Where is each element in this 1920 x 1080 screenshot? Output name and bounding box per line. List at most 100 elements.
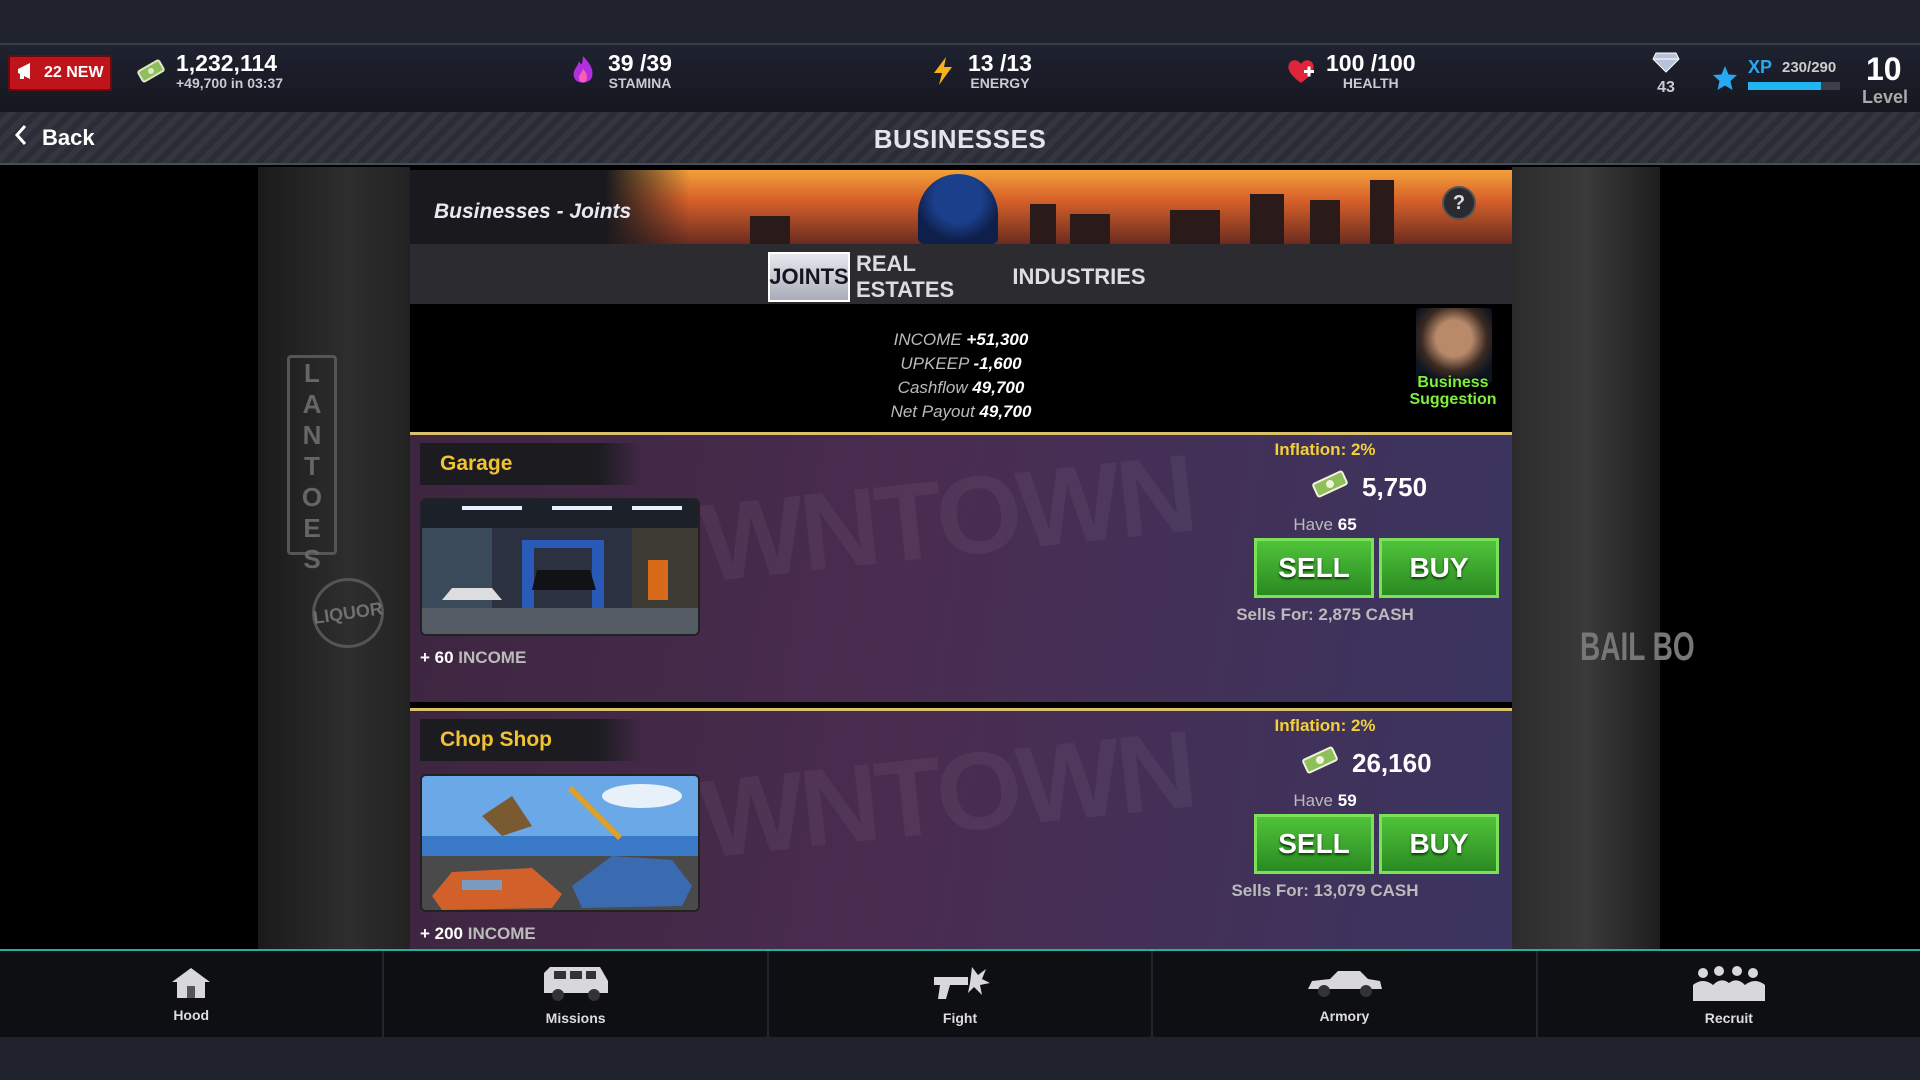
van-icon <box>540 963 612 1008</box>
nav-missions[interactable]: Missions <box>384 951 769 1037</box>
energy-label: ENERGY <box>970 75 1030 91</box>
income-amount: + 60 <box>420 648 454 667</box>
owned-count: Have 59 <box>1260 791 1390 811</box>
sell-button[interactable]: SELL <box>1254 814 1374 874</box>
health-label: HEALTH <box>1342 75 1399 91</box>
level-label: Level <box>1862 87 1909 107</box>
business-name: Chop Shop <box>420 719 642 761</box>
income-label: INCOME <box>893 330 962 349</box>
star-icon <box>1712 65 1738 96</box>
lightning-icon <box>928 56 958 86</box>
house-icon <box>170 966 212 1005</box>
nav-label: Missions <box>545 1009 606 1026</box>
price: 5,750 <box>1310 470 1427 505</box>
nav-fight[interactable]: Fight <box>769 951 1154 1037</box>
payout-line: Net Payout 49,700 <box>410 400 1512 424</box>
buy-button[interactable]: BUY <box>1379 814 1499 874</box>
sell-button[interactable]: SELL <box>1254 538 1374 598</box>
payout-value: 49,700 <box>979 402 1032 421</box>
cash-timer: +49,700 in 03:37 <box>176 75 284 91</box>
frame-bottom <box>0 1037 1920 1080</box>
nav-armory[interactable]: Armory <box>1153 951 1538 1037</box>
sign-letter: E <box>303 513 321 543</box>
sign-letter: O <box>301 482 323 512</box>
back-label: Back <box>42 125 95 150</box>
hooded-figure-illustration <box>918 174 998 244</box>
price-value: 26,160 <box>1352 748 1432 778</box>
xp-label: XP <box>1748 57 1773 77</box>
payout-label: Net Payout <box>890 402 975 421</box>
new-notifications-badge[interactable]: 22 NEW <box>8 55 112 91</box>
nav-label: Armory <box>1319 1007 1370 1024</box>
businesses-panel: Businesses - Joints ? JOINTS REAL ESTATE… <box>410 170 1512 949</box>
nav-recruit[interactable]: Recruit <box>1538 951 1920 1037</box>
owned-label: Have <box>1293 791 1334 810</box>
cash-icon <box>1310 470 1350 505</box>
garage-image <box>420 498 700 636</box>
income-per-unit: + 60 INCOME <box>420 648 526 668</box>
cashflow-label: Cashflow <box>897 378 968 397</box>
chevron-left-icon <box>14 124 28 152</box>
xp-value: 230/290 <box>1782 59 1837 76</box>
help-button[interactable]: ? <box>1442 186 1476 220</box>
nav-label: Hood <box>173 1006 210 1023</box>
stats-bar: 22 NEW 1,232,114 +49,700 in 03:37 39 /39… <box>0 43 1920 112</box>
level-value: 10 <box>1866 51 1902 87</box>
advisor-portrait <box>1416 308 1492 384</box>
chop-shop-image <box>420 774 700 912</box>
new-badge-label: 22 NEW <box>44 64 104 81</box>
tab-real-estates[interactable]: REAL ESTATES <box>856 251 1012 302</box>
page-title: BUSINESSES <box>873 124 1047 154</box>
tab-industries[interactable]: INDUSTRIES <box>1012 252 1145 302</box>
income-per-unit: + 200 INCOME <box>420 924 536 944</box>
energy-stat[interactable]: 13 /13 ENERGY <box>928 51 1032 91</box>
owned-value: 65 <box>1337 515 1357 534</box>
advisor-line1: Business <box>1417 374 1489 391</box>
back-button[interactable]: Back <box>14 124 95 152</box>
stamina-value: 39 /39 <box>608 50 672 76</box>
income-summary: INCOME +51,300 UPKEEP -1,600 Cashflow 49… <box>410 304 1512 422</box>
tab-joints[interactable]: JOINTS <box>768 252 850 302</box>
price: 26,160 <box>1300 746 1432 781</box>
sign-letter: S <box>303 544 321 574</box>
car-icon <box>1304 965 1384 1006</box>
owned-label: Have <box>1293 515 1334 534</box>
cashflow-value: 49,700 <box>972 378 1025 397</box>
income-unit: INCOME <box>467 924 536 943</box>
alley-background-left <box>258 167 410 949</box>
sell-value: Sells For: 13,079 CASH <box>1231 881 1419 900</box>
stamina-stat[interactable]: 39 /39 STAMINA <box>568 51 672 91</box>
nav-hood[interactable]: Hood <box>0 951 385 1037</box>
sign-letter: T <box>304 451 320 481</box>
flame-icon <box>568 56 598 86</box>
nav-label: Recruit <box>1704 1009 1753 1026</box>
health-stat[interactable]: 100 /100 HEALTH <box>1286 51 1416 91</box>
xp-progress-fill <box>1748 82 1821 90</box>
price-value: 5,750 <box>1362 472 1428 502</box>
gems-stat[interactable]: 43 <box>1652 51 1680 96</box>
banner: Businesses - Joints ? <box>410 170 1512 244</box>
upkeep-line: UPKEEP -1,600 <box>410 352 1512 376</box>
banner-title: Businesses - Joints <box>434 200 632 223</box>
health-value: 100 /100 <box>1326 50 1416 76</box>
bail-bonds-sign: BAIL BO <box>1580 625 1695 669</box>
inflation-label: Inflation: 2% <box>1274 716 1376 735</box>
nav-label: Fight <box>942 1009 978 1026</box>
income-unit: INCOME <box>458 648 527 667</box>
cash-icon <box>1300 746 1340 781</box>
frame-top <box>0 0 1920 43</box>
heart-plus-icon <box>1286 56 1316 86</box>
advisor-line2: Suggestion <box>1409 391 1497 408</box>
sign-letter: L <box>304 358 320 388</box>
alley-background-right <box>1512 167 1660 949</box>
business-suggestion-button[interactable]: Business Suggestion <box>1408 308 1498 414</box>
buy-button[interactable]: BUY <box>1379 538 1499 598</box>
inflation-label: Inflation: 2% <box>1274 440 1376 459</box>
megaphone-icon <box>16 61 38 86</box>
sign-letter: N <box>302 420 322 450</box>
income-line: INCOME +51,300 <box>410 328 1512 352</box>
xp-progress-bar <box>1748 82 1840 90</box>
cash-stat[interactable]: 1,232,114 +49,700 in 03:37 <box>136 51 283 91</box>
gun-icon <box>928 963 992 1008</box>
business-name: Garage <box>420 443 642 485</box>
